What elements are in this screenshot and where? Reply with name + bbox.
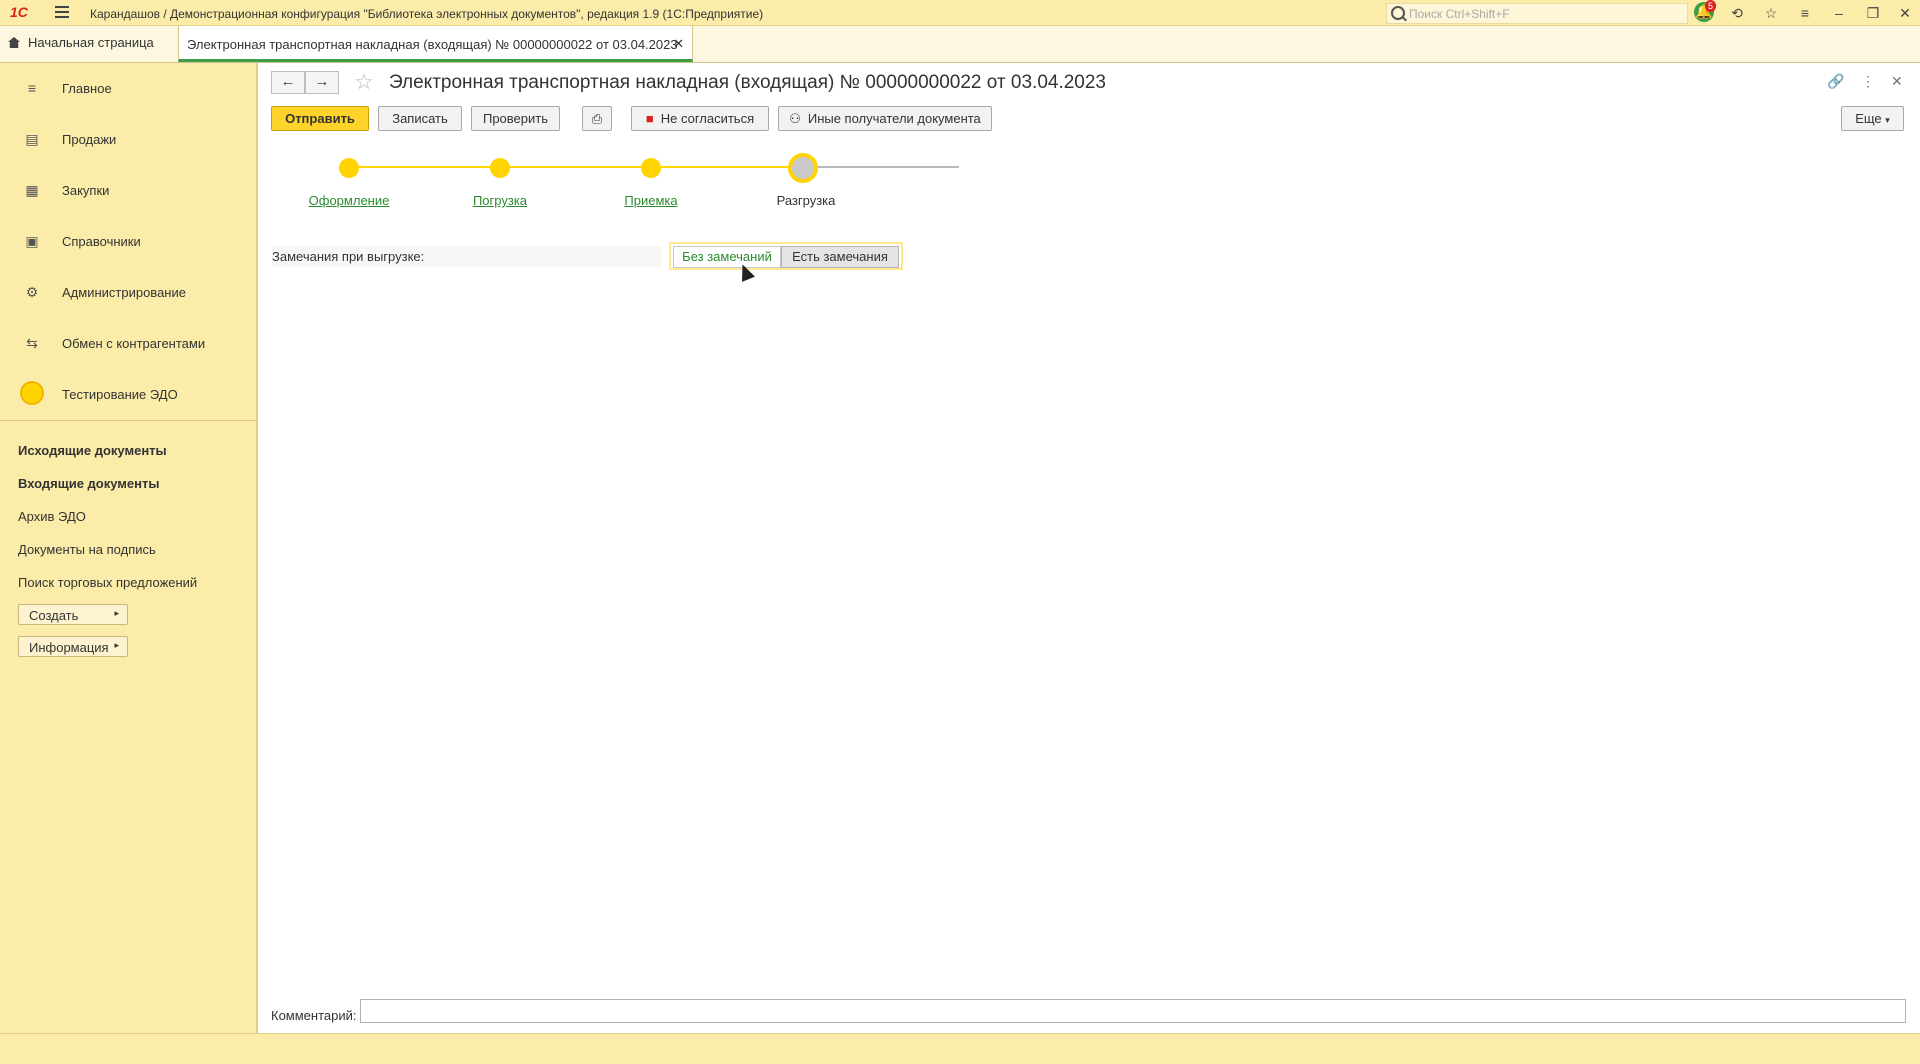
info-button[interactable]: Информация ▸ [18,636,128,657]
tab-bar: Начальная страница Электронная транспорт… [0,26,1920,63]
exchange-icon: ⇆ [26,335,38,351]
step-dot [641,158,661,178]
search-input[interactable] [1409,4,1679,23]
settings-menu-icon[interactable]: ≡ [1796,4,1814,22]
other-recipients-label: Иные получатели документа [807,111,981,126]
restore-icon[interactable]: ❐ [1864,4,1882,22]
nav-edo-archive[interactable]: Архив ЭДО [18,509,86,524]
chevron-down-icon: ▾ [1885,115,1890,125]
info-button-label: Информация [29,640,109,655]
step-dot-current [788,153,818,183]
reject-icon: ■ [645,111,654,126]
nav-trade-offers-search[interactable]: Поиск торговых предложений [18,575,197,590]
save-button[interactable]: Записать [378,106,462,131]
main-menu-icon[interactable] [55,6,69,18]
progress-line-pending [809,166,959,168]
window-title: Карандашов / Демонстрационная конфигурац… [90,7,764,21]
sidebar-item-purchases[interactable]: ▦ Закупки [0,165,256,216]
send-button[interactable]: Отправить [271,106,369,131]
no-remarks-option[interactable]: Без замечаний [673,246,781,268]
disagree-button-label: Не согласиться [660,111,755,126]
notifications-badge: 5 [1705,0,1717,12]
document-form: ← → ☆ Электронная транспортная накладная… [258,63,1920,1063]
circle-icon [20,381,44,405]
remarks-toggle: Без замечаний Есть замечания [669,242,903,270]
close-window-icon[interactable]: ✕ [1896,4,1914,22]
close-tab-icon[interactable]: ✕ [673,36,684,52]
title-bar: 1С Карандашов / Демонстрационная конфигу… [0,0,1920,26]
step-dot [490,158,510,178]
bottom-strip [0,1033,1920,1064]
sidebar: ≡ Главное ▤ Продажи ▦ Закупки ▣ Справочн… [0,63,258,1063]
sidebar-item-label: Администрирование [62,285,186,300]
favorite-star-icon[interactable]: ☆ [354,70,374,94]
app-logo: 1С [10,4,28,20]
chevron-right-icon: ▸ [114,608,119,618]
more-button-label: Еще [1855,111,1882,126]
sidebar-item-label: Тестирование ЭДО [62,387,178,402]
nav-documents-to-sign[interactable]: Документы на подпись [18,542,156,557]
sidebar-item-label: Главное [62,81,112,96]
menu-icon: ≡ [27,80,37,96]
tab-home[interactable]: Начальная страница [8,35,154,50]
shop-icon: ▤ [25,131,39,147]
step-loading-link[interactable]: Погрузка [473,193,527,208]
home-icon [8,37,20,48]
step-dot [339,158,359,178]
more-vertical-icon[interactable]: ⋮ [1861,73,1875,90]
create-button[interactable]: Создать ▸ [18,604,128,625]
other-recipients-button[interactable]: ⚇ Иные получатели документа [778,106,992,131]
search-icon [1391,6,1405,20]
global-search[interactable] [1386,3,1688,24]
sidebar-item-edo-testing[interactable]: Тестирование ЭДО [0,369,256,420]
close-form-icon[interactable]: ✕ [1891,73,1903,90]
sidebar-item-label: Обмен с контрагентами [62,336,206,351]
tab-document[interactable]: Электронная транспортная накладная (вход… [178,26,693,62]
cart-icon: ▦ [25,182,39,198]
sidebar-item-label: Справочники [62,234,141,249]
check-button[interactable]: Проверить [471,106,560,131]
page-title: Электронная транспортная накладная (вход… [389,72,1106,93]
sidebar-item-exchange[interactable]: ⇆ Обмен с контрагентами [0,318,256,369]
sidebar-divider [0,420,256,421]
step-unloading-label: Разгрузка [776,193,836,208]
comment-field[interactable] [360,999,1906,1023]
disagree-button[interactable]: ■ Не согласиться [631,106,769,131]
nav-outgoing-documents[interactable]: Исходящие документы [18,443,167,458]
favorites-star-icon[interactable]: ☆ [1762,4,1780,22]
chevron-right-icon: ▸ [114,640,119,650]
directory-icon: ▣ [25,233,39,249]
sidebar-item-sales[interactable]: ▤ Продажи [0,114,256,165]
sidebar-item-label: Продажи [62,132,117,147]
sidebar-item-directories[interactable]: ▣ Справочники [0,216,256,267]
link-icon[interactable]: 🔗 [1827,73,1844,90]
users-icon: ⚇ [789,111,801,126]
has-remarks-option[interactable]: Есть замечания [781,246,899,268]
tab-document-label: Электронная транспортная накладная (вход… [187,37,678,52]
sidebar-item-administration[interactable]: ⚙ Администрирование [0,267,256,318]
nav-incoming-documents[interactable]: Входящие документы [18,476,159,491]
create-button-label: Создать [29,608,79,623]
printer-icon: ⎙ [591,111,603,126]
sidebar-item-label: Закупки [62,183,110,198]
comment-label: Комментарий: [271,1008,357,1023]
remarks-label: Замечания при выгрузке: [272,249,425,264]
step-registration-link[interactable]: Оформление [309,193,390,208]
back-button[interactable]: ← [271,71,305,94]
step-acceptance-link[interactable]: Приемка [624,193,677,208]
history-icon[interactable]: ⟲ [1728,4,1746,22]
print-button[interactable]: ⎙ [582,106,612,131]
gear-icon: ⚙ [25,284,39,300]
sidebar-item-main[interactable]: ≡ Главное [0,63,256,114]
tab-home-label: Начальная страница [28,35,154,50]
minimize-icon[interactable]: – [1830,4,1848,22]
progress-line-done [349,166,809,168]
more-button[interactable]: Еще ▾ [1841,106,1904,131]
forward-button[interactable]: → [305,71,339,94]
